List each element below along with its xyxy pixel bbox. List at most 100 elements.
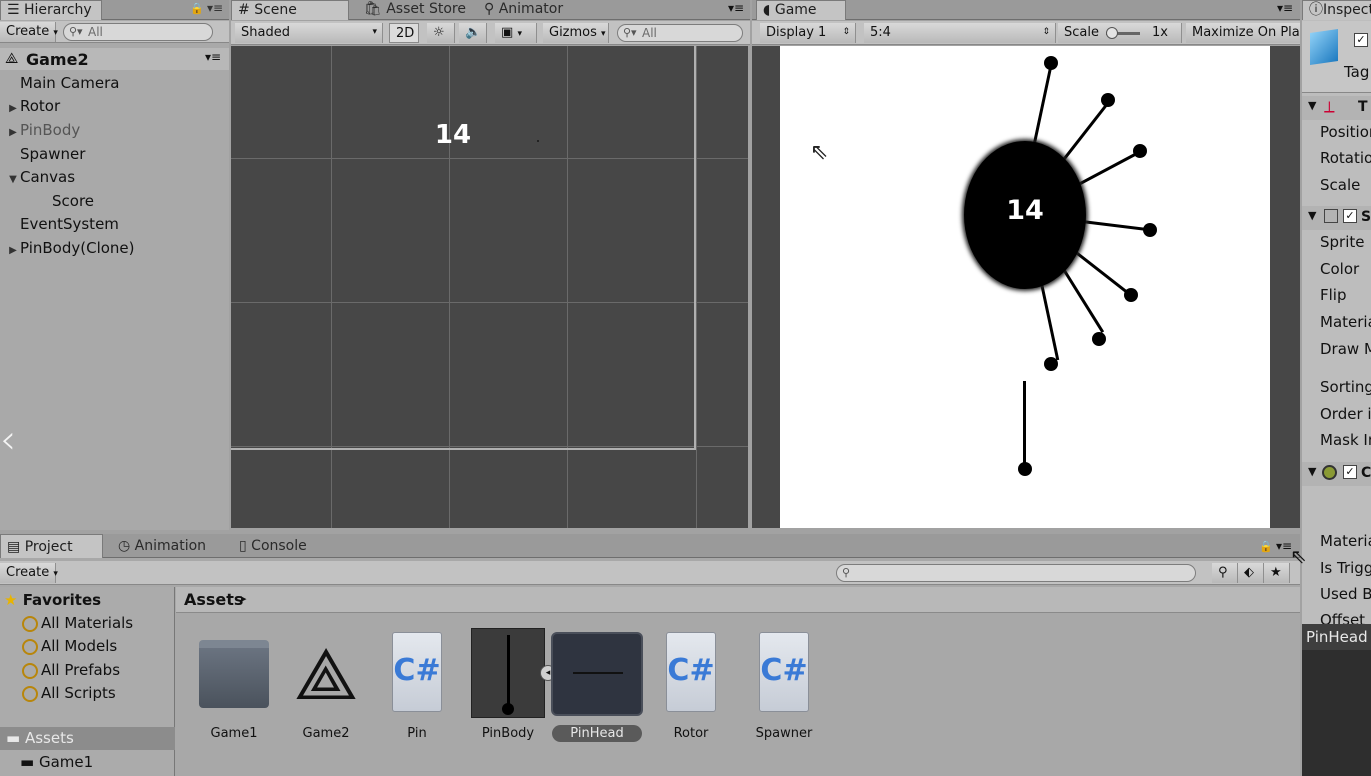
unity-scene-icon: ⟁ — [293, 632, 359, 716]
panel-menu-icon[interactable]: ▾≡ — [1277, 1, 1293, 15]
hierarchy-tabbar: ☰ Hierarchy 🔒 ▾≡ — [0, 0, 229, 20]
favorite-item[interactable]: All Prefabs — [22, 659, 120, 682]
favorite-item[interactable]: All Scripts — [22, 682, 116, 705]
filter-by-type-button[interactable]: ⚲ — [1212, 563, 1238, 583]
scene-viewport[interactable]: 14 — [231, 46, 748, 528]
project-search-input[interactable]: ⚲ — [836, 564, 1196, 582]
panel-menu-icon[interactable]: ▾≡ — [207, 1, 223, 15]
inspector-field-label: Draw Mode — [1320, 340, 1371, 358]
asset-label: PinBody — [481, 726, 535, 741]
panel-menu-icon[interactable]: ▾≡ — [728, 1, 744, 15]
gizmos-label: Gizmos — [549, 25, 597, 40]
expand-arrow-icon[interactable]: ▶ — [6, 97, 20, 120]
project-create-button[interactable]: Create ▾ — [0, 563, 58, 583]
tab-animation[interactable]: ◷ Animation — [112, 534, 212, 558]
collider-header[interactable]: ▼ ✓ C — [1302, 462, 1371, 486]
transform-title: T — [1358, 99, 1368, 115]
favorites-header[interactable]: ★ Favorites — [4, 589, 101, 612]
toggle-2d-button[interactable]: 2D — [389, 23, 419, 43]
tag-icon: ⬖ — [1244, 565, 1254, 580]
folder-icon: ▤ — [7, 539, 21, 555]
asset-pinhead[interactable]: PinHead — [551, 628, 643, 742]
transform-header[interactable]: ▼ ⟂ T — [1302, 96, 1371, 120]
gizmos-dropdown[interactable]: Gizmos ▾ — [543, 23, 609, 43]
hierarchy-item[interactable]: Main Camera — [6, 72, 119, 95]
tab-scene[interactable]: # Scene — [231, 0, 349, 20]
tab-asset-store-label: Asset Store — [386, 1, 466, 17]
tab-console[interactable]: ▯ Console — [233, 534, 313, 558]
scene-header[interactable]: ⟁ Game2 ▾≡ — [0, 48, 229, 70]
pin-stick — [1060, 100, 1111, 164]
transform-axes-icon: ⟂ — [1324, 97, 1335, 116]
collider-enabled-checkbox[interactable]: ✓ — [1343, 465, 1357, 479]
hierarchy-search-input[interactable]: ⚲▾ All — [63, 23, 213, 41]
collapse-arrow-icon[interactable]: ‹ — [0, 420, 16, 460]
list-icon: ☰ — [7, 2, 20, 18]
maximize-label: Maximize On Play — [1192, 25, 1300, 40]
game-panel: ◖ Game ▾≡ Display 1 ⇕ 5:4 ⇕ Scale 1x Max… — [752, 0, 1300, 530]
scale-slider[interactable]: Scale 1x — [1058, 23, 1182, 43]
favorite-item-label: All Scripts — [41, 684, 116, 702]
tab-hierarchy[interactable]: ☰ Hierarchy — [0, 0, 102, 20]
asset-rotor[interactable]: C# Rotor — [646, 628, 736, 741]
favorite-button[interactable]: ★ — [1264, 563, 1290, 583]
hierarchy-item[interactable]: ▶ PinBody — [6, 119, 80, 142]
sprite-enabled-checkbox[interactable]: ✓ — [1343, 209, 1357, 223]
pin-head — [1143, 223, 1157, 237]
filter-by-label-button[interactable]: ⬖ — [1238, 563, 1264, 583]
tab-game[interactable]: ◖ Game — [756, 0, 846, 20]
scene-search-input[interactable]: ⚲▾ All — [617, 24, 743, 42]
tree-assets-row[interactable]: ▬ Assets — [0, 727, 175, 750]
tree-game1-row[interactable]: ▬ Game1 — [20, 751, 93, 774]
sprite-renderer-header[interactable]: ▼ ✓ S — [1302, 206, 1371, 230]
create-button[interactable]: Create ▾ — [0, 22, 58, 42]
audio-toggle[interactable]: 🔈 — [459, 23, 487, 43]
expand-arrow-icon[interactable]: ▶ — [6, 121, 20, 144]
game-viewport-frame: 14 ⇖ — [752, 46, 1300, 528]
expand-arrow-icon[interactable]: ▼ — [6, 168, 20, 191]
folder-icon: ▬ — [20, 753, 35, 771]
star-icon: ★ — [4, 591, 18, 609]
tab-project[interactable]: ▤ Project — [0, 534, 103, 558]
slider-thumb[interactable] — [1106, 27, 1118, 39]
favorite-item[interactable]: All Materials — [22, 612, 133, 635]
favorite-item[interactable]: All Models — [22, 635, 117, 658]
shading-mode-select[interactable]: Shaded ▾ — [235, 23, 383, 43]
game-view[interactable]: 14 ⇖ — [780, 46, 1270, 528]
favorite-item-label: All Materials — [41, 614, 134, 632]
search-icon: ⚲▾ — [623, 26, 637, 39]
lock-icon[interactable]: 🔒 — [190, 2, 204, 15]
game-score-text: 14 — [1006, 195, 1044, 226]
aspect-select[interactable]: 5:4 ⇕ — [864, 23, 1056, 43]
scene-menu-icon[interactable]: ▾≡ — [205, 50, 221, 64]
scene-dot — [537, 140, 539, 142]
scale-value: 1x — [1152, 25, 1168, 40]
hierarchy-item[interactable]: ▶ Rotor — [6, 95, 60, 118]
pin-head — [1133, 144, 1147, 158]
hierarchy-item[interactable]: ▼ Canvas — [6, 166, 75, 189]
expand-arrow-icon[interactable]: ▶ — [6, 239, 20, 262]
tab-inspector[interactable]: ⓘInspector — [1302, 0, 1371, 20]
asset-spawner[interactable]: C# Spawner — [739, 628, 829, 741]
hierarchy-item[interactable]: Spawner — [6, 143, 85, 166]
display-select[interactable]: Display 1 ⇕ — [760, 23, 856, 43]
maximize-on-play-toggle[interactable]: Maximize On Play — [1186, 23, 1300, 43]
info-icon: ⓘ — [1309, 2, 1323, 18]
asset-pin[interactable]: C# Pin — [372, 628, 462, 741]
asset-game1[interactable]: Game1 — [189, 628, 279, 741]
mouse-cursor-icon: ⇖ — [810, 140, 829, 165]
hierarchy-item[interactable]: EventSystem — [6, 213, 119, 236]
spawn-pin-head — [1018, 462, 1032, 476]
lighting-toggle[interactable]: ☼ — [427, 23, 455, 43]
tab-animator[interactable]: ⚲ Animator — [478, 0, 569, 20]
saved-search-icon — [22, 638, 38, 655]
hierarchy-item[interactable]: ▶ PinBody(Clone) — [6, 237, 134, 262]
tab-asset-store[interactable]: 🛍 Asset Store — [358, 0, 472, 20]
hierarchy-item[interactable]: Score — [38, 190, 94, 213]
effects-toggle[interactable]: ▣ ▾ — [495, 23, 537, 43]
asset-game2[interactable]: ⟁ Game2 — [281, 628, 371, 741]
active-checkbox[interactable]: ✓ — [1354, 33, 1368, 47]
breadcrumb-assets[interactable]: Assets — [184, 590, 243, 609]
animator-icon: ⚲ — [484, 1, 495, 17]
lock-icon[interactable]: 🔒 — [1259, 540, 1273, 553]
